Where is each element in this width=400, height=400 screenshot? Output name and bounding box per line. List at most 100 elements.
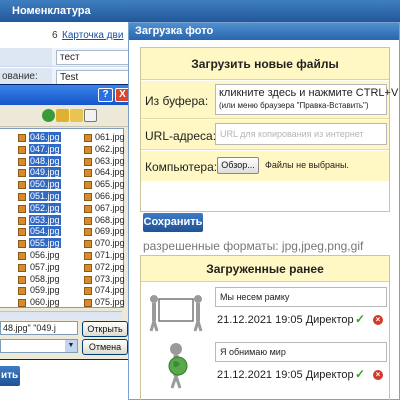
uploaded-item: Мы несем рамку 21.12.2021 19:05 Директор… [141,283,389,338]
file-item[interactable]: 071.jpg [84,250,125,262]
file-item[interactable]: 048.jpg [18,155,61,168]
image-file-icon [18,251,26,260]
check-icon[interactable]: ✓ [355,312,365,326]
file-item[interactable]: 057.jpg [18,262,61,274]
clipboard-label: Из буфера: [145,94,209,108]
file-item[interactable]: 051.jpg [18,190,61,203]
image-file-icon [18,240,26,249]
file-item[interactable]: 061.jpg [84,132,125,144]
computer-row: Компьютера: Обзор... Файлы не выбраны. [141,151,389,181]
file-item[interactable]: 066.jpg [84,191,125,203]
clipboard-paste-area[interactable]: кликните здесь и нажмите CTRL+V (или мен… [215,84,399,115]
file-name: 046.jpg [29,132,61,142]
image-file-icon [18,192,26,201]
photo-caption-input[interactable]: Я обнимаю мир [215,342,387,362]
file-list: 046.jpg 047.jpg 048.jpg 049.jpg 050.jpg 051.j… [0,128,125,309]
file-name: 059.jpg [30,285,60,296]
file-item[interactable]: 059.jpg [18,285,61,297]
view-menu-icon[interactable] [84,109,97,122]
chevron-down-icon[interactable]: ▼ [65,340,77,352]
file-name: 070.jpg [95,238,125,249]
new-folder-icon[interactable] [70,109,83,122]
file-item[interactable]: 064.jpg [84,167,125,179]
file-name: 067.jpg [95,202,125,213]
form-row-1-label [0,48,52,66]
file-item[interactable]: 074.jpg [84,285,125,297]
delete-icon[interactable]: × [373,315,383,325]
file-item[interactable]: 070.jpg [84,238,125,250]
file-name: 075.jpg [95,297,125,308]
delete-icon[interactable]: × [373,370,383,380]
file-item[interactable]: 050.jpg [18,179,61,191]
up-folder-icon[interactable] [56,109,69,122]
file-item[interactable]: 054.jpg [18,226,61,238]
file-item[interactable]: 049.jpg [18,167,61,179]
file-name: 061.jpg [95,132,125,142]
image-file-icon [84,192,92,201]
image-file-icon [84,263,92,272]
back-icon[interactable] [42,109,55,122]
image-file-icon [84,145,92,154]
file-item[interactable]: 053.jpg [18,214,61,227]
check-icon[interactable]: ✓ [355,367,365,381]
horizontal-scrollbar[interactable] [0,311,122,319]
file-column-2: 061.jpg 062.jpg 063.jpg 064.jpg 065.jpg 066.j… [84,132,125,309]
card-link[interactable]: Карточка дви [62,30,123,41]
file-input: Обзор... Файлы не выбраны. [215,154,387,176]
clipboard-hint: (или меню браузера "Правка-Вставить") [219,101,369,110]
save-button[interactable]: Сохранить [143,213,203,232]
file-name: 048.jpg [29,155,61,166]
image-file-icon [84,228,92,237]
file-name: 069.jpg [95,226,125,237]
upload-new-files-box: Загрузить новые файлы Из буфера: кликнит… [140,47,399,212]
open-button[interactable]: Открыть [82,321,128,337]
file-item[interactable]: 058.jpg [18,274,61,286]
file-item[interactable]: 060.jpg [18,297,61,309]
carrying-frame-thumbnail[interactable] [147,285,205,335]
hugging-globe-thumbnail[interactable] [147,340,205,390]
image-file-icon [84,169,92,178]
form-field-2[interactable]: Test [56,70,136,85]
cancel-button[interactable]: Отмена [82,339,128,355]
file-name: 057.jpg [30,261,60,272]
form-field-1[interactable]: тест [56,50,136,65]
browse-button[interactable]: Обзор... [217,157,259,174]
file-item[interactable]: 065.jpg [84,179,125,191]
computer-label: Компьютера: [145,160,218,174]
background-save-button[interactable]: ить [0,366,20,386]
image-file-icon [18,157,26,166]
file-item[interactable]: 055.jpg [18,238,61,250]
image-file-icon [18,263,26,272]
file-item[interactable]: 068.jpg [84,215,125,227]
filetype-select[interactable]: ▼ [0,339,78,353]
file-item[interactable]: 063.jpg [84,156,125,168]
url-input[interactable]: URL для копирования из интернет [215,123,387,145]
file-item[interactable]: 075.jpg [84,297,125,309]
image-file-icon [84,240,92,249]
file-item[interactable]: 072.jpg [84,262,125,274]
file-name: 071.jpg [95,249,125,260]
allowed-formats-text: разрешенные форматы: jpg,jpeg,png,gif [143,239,364,253]
file-item[interactable]: 067.jpg [84,203,125,215]
filename-input[interactable]: 48.jpg" "049.j [0,321,78,335]
file-item[interactable]: 056.jpg [18,250,61,262]
image-file-icon [18,169,26,178]
clipboard-row: Из буфера: кликните здесь и нажмите CTRL… [141,81,399,119]
file-name: 065.jpg [95,179,125,190]
file-item[interactable]: 052.jpg [18,202,61,215]
file-name: 055.jpg [29,238,61,249]
upload-heading: Загрузить новые файлы [141,48,389,80]
file-item[interactable]: 046.jpg [18,132,61,144]
file-item[interactable]: 073.jpg [84,274,125,286]
file-name: 050.jpg [29,179,61,190]
file-item[interactable]: 062.jpg [84,144,125,156]
image-file-icon [18,181,26,190]
file-column-1: 046.jpg 047.jpg 048.jpg 049.jpg 050.jpg 051.j… [18,132,61,309]
file-name: 074.jpg [95,285,125,296]
dialog-titlebar: ? X [0,85,133,105]
file-item[interactable]: 069.jpg [84,226,125,238]
help-button[interactable]: ? [98,88,113,102]
file-item[interactable]: 047.jpg [18,143,61,156]
photo-caption-input[interactable]: Мы несем рамку [215,287,387,307]
clipboard-text: кликните здесь и нажмите CTRL+V [219,87,399,99]
